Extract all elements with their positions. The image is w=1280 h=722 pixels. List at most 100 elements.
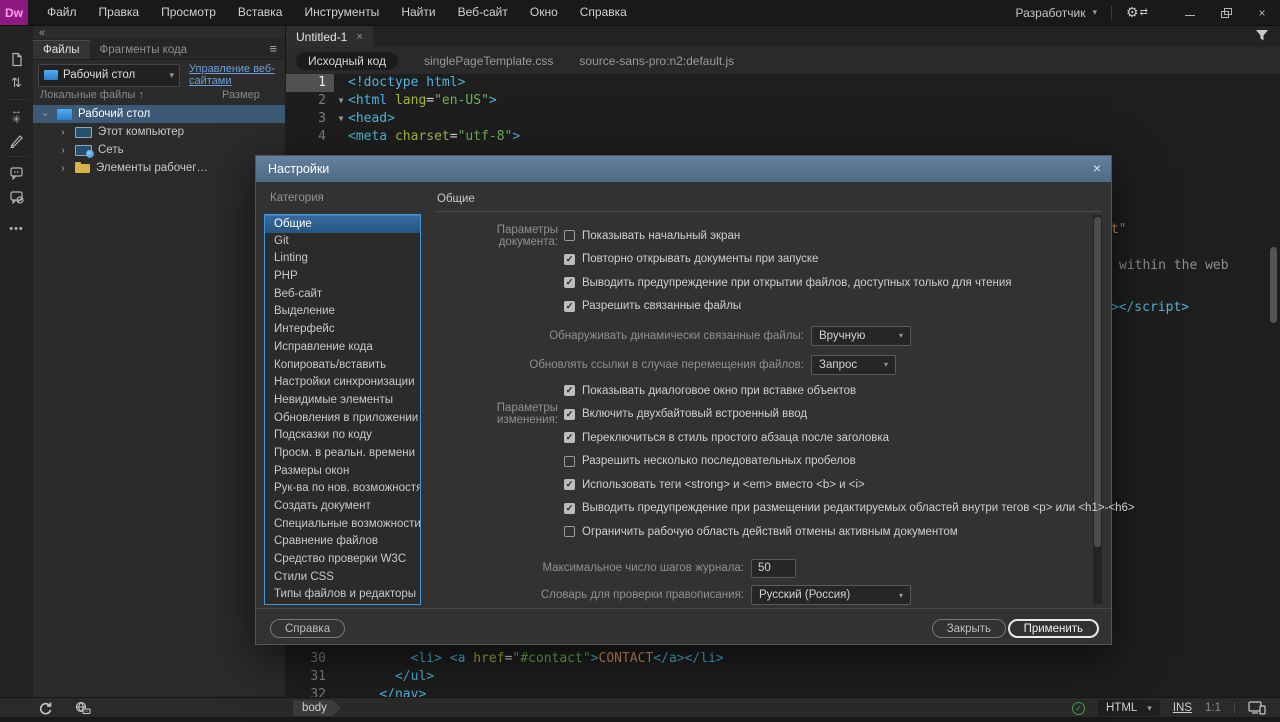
checkbox[interactable]: ✓	[564, 385, 575, 396]
live-view-button[interactable]: ↔✳	[0, 104, 33, 128]
comments-off-button[interactable]	[0, 185, 33, 209]
related-file-2[interactable]: source-sans-pro:n2:default.js	[579, 54, 734, 68]
menu-item-7[interactable]: Окно	[519, 0, 569, 25]
category-item-3[interactable]: PHP	[265, 268, 420, 286]
checkbox-label[interactable]: Выводить предупреждение при размещении р…	[582, 502, 1135, 514]
category-item-16[interactable]: Создать документ	[265, 498, 420, 516]
checkbox[interactable]	[564, 526, 575, 537]
checkbox-label[interactable]: Повторно открывать документы при запуске	[582, 253, 818, 265]
editor-scrollbar-thumb[interactable]	[1270, 247, 1277, 323]
category-item-17[interactable]: Специальные возможности	[265, 516, 420, 534]
sync-settings-button[interactable]: ⚙ ⇄	[1112, 4, 1162, 21]
help-button[interactable]: Справка	[270, 619, 345, 638]
tab-close-icon[interactable]: ×	[356, 31, 362, 43]
fold-arrow-icon[interactable]: ▼	[334, 110, 348, 128]
category-item-11[interactable]: Обновления в приложении	[265, 410, 420, 428]
column-local-files[interactable]: Локальные файлы ↑	[40, 89, 144, 104]
category-item-19[interactable]: Средство проверки W3C	[265, 551, 420, 569]
checkbox-label[interactable]: Показывать диалоговое окно при вставке о…	[582, 385, 856, 397]
checkbox[interactable]: ✓	[564, 301, 575, 312]
category-item-2[interactable]: Linting	[265, 250, 420, 268]
dialog-title-bar[interactable]: Настройки ×	[256, 156, 1111, 182]
dialog-close-icon[interactable]: ×	[1093, 161, 1101, 175]
apply-button[interactable]: Применить	[1008, 619, 1099, 638]
category-item-4[interactable]: Веб-сайт	[265, 286, 420, 304]
close-dialog-button[interactable]: Закрыть	[932, 619, 1006, 638]
fold-arrow-icon[interactable]: ▼	[334, 92, 348, 110]
restore-button[interactable]	[1208, 0, 1244, 25]
menu-item-2[interactable]: Просмотр	[150, 0, 227, 25]
insert-mode-toggle[interactable]: INS	[1173, 702, 1192, 714]
category-item-18[interactable]: Сравнение файлов	[265, 533, 420, 551]
globe-comment-icon[interactable]	[74, 701, 91, 715]
document-tab[interactable]: Untitled-1 ×	[286, 26, 373, 47]
category-item-7[interactable]: Исправление кода	[265, 339, 420, 357]
menu-item-0[interactable]: Файл	[36, 0, 88, 25]
close-button[interactable]: ×	[1244, 0, 1280, 25]
extract-button[interactable]	[0, 128, 33, 152]
related-file-1[interactable]: singlePageTemplate.css	[424, 54, 553, 68]
menu-item-4[interactable]: Инструменты	[293, 0, 390, 25]
new-file-button[interactable]	[0, 47, 33, 71]
checkbox[interactable]	[564, 456, 575, 467]
menu-item-3[interactable]: Вставка	[227, 0, 294, 25]
category-item-14[interactable]: Размеры окон	[265, 463, 420, 481]
category-item-15[interactable]: Рук-ва по нов. возможностя	[265, 480, 420, 498]
workspace-switcher[interactable]: Разработчик ▾	[1002, 6, 1112, 20]
file-transfer-button[interactable]: ⇅	[0, 71, 33, 95]
menu-item-5[interactable]: Найти	[390, 0, 446, 25]
tag-selector-body[interactable]: body	[293, 700, 341, 716]
column-size[interactable]: Размер	[222, 89, 260, 101]
refresh-icon[interactable]	[38, 701, 52, 715]
related-file-0[interactable]: Исходный код	[296, 52, 398, 70]
checkbox[interactable]: ✓	[564, 479, 575, 490]
checkbox-label[interactable]: Переключиться в стиль простого абзаца по…	[582, 432, 889, 444]
expanded-chevron-icon[interactable]: ›	[40, 108, 51, 120]
checkbox[interactable]: ✓	[564, 277, 575, 288]
category-item-13[interactable]: Просм. в реальн. времени	[265, 445, 420, 463]
menu-item-1[interactable]: Правка	[88, 0, 151, 25]
checkbox[interactable]: ✓	[564, 503, 575, 514]
checkbox-label[interactable]: Показывать начальный экран	[582, 230, 740, 242]
collapsed-chevron-icon[interactable]: ›	[57, 163, 69, 174]
dropdown[interactable]: Русский (Россия)▾	[751, 585, 911, 605]
tree-row[interactable]: ›Этот компьютер	[33, 123, 285, 141]
filter-related-files-button[interactable]	[1254, 28, 1270, 45]
tree-row[interactable]: ›Элементы рабочег…	[33, 159, 285, 177]
collapsed-chevron-icon[interactable]: ›	[57, 145, 69, 156]
checkbox-label[interactable]: Ограничить рабочую область действий отме…	[582, 526, 958, 538]
category-item-12[interactable]: Подсказки по коду	[265, 427, 420, 445]
more-options-button[interactable]: •••	[0, 217, 33, 241]
menu-item-8[interactable]: Справка	[569, 0, 638, 25]
checkbox[interactable]: ✓	[564, 409, 575, 420]
category-item-20[interactable]: Стили CSS	[265, 569, 420, 587]
panel-menu-icon[interactable]: ≡	[269, 41, 277, 56]
manage-sites-link[interactable]: Управление веб-сайтами	[189, 63, 275, 87]
category-item-21[interactable]: Типы файлов и редакторы	[265, 586, 420, 604]
checkbox-label[interactable]: Разрешить связанные файлы	[582, 300, 741, 312]
checkbox-label[interactable]: Включить двухбайтовый встроенный ввод	[582, 408, 807, 420]
dropdown[interactable]: Запрос▾	[811, 355, 896, 375]
category-item-1[interactable]: Git	[265, 233, 420, 251]
category-item-5[interactable]: Выделение	[265, 303, 420, 321]
category-item-6[interactable]: Интерфейс	[265, 321, 420, 339]
checkbox-label[interactable]: Выводить предупреждение при открытии фай…	[582, 277, 1012, 289]
collapsed-chevron-icon[interactable]: ›	[57, 127, 69, 138]
dropdown[interactable]: Вручную▾	[811, 326, 911, 346]
checkbox-label[interactable]: Разрешить несколько последовательных про…	[582, 455, 856, 467]
category-item-8[interactable]: Копировать/вставить	[265, 357, 420, 375]
checkbox[interactable]	[564, 230, 575, 241]
panel-tab-1[interactable]: Фрагменты кода	[90, 41, 198, 59]
device-preview-icon[interactable]	[1248, 701, 1266, 715]
checkbox-label[interactable]: Использовать теги <strong> и <em> вместо…	[582, 479, 865, 491]
category-item-9[interactable]: Настройки синхронизации	[265, 374, 420, 392]
minimize-button[interactable]	[1172, 0, 1208, 25]
comments-button[interactable]	[0, 161, 33, 185]
doctype-select[interactable]: HTML ▾	[1098, 700, 1160, 716]
tree-row[interactable]: ›Сеть	[33, 141, 285, 159]
checkbox[interactable]: ✓	[564, 432, 575, 443]
panel-tab-0[interactable]: Файлы	[33, 40, 90, 59]
checkbox[interactable]: ✓	[564, 254, 575, 265]
text-input[interactable]	[751, 559, 796, 578]
site-selector[interactable]: Рабочий стол ▾	[38, 64, 180, 87]
